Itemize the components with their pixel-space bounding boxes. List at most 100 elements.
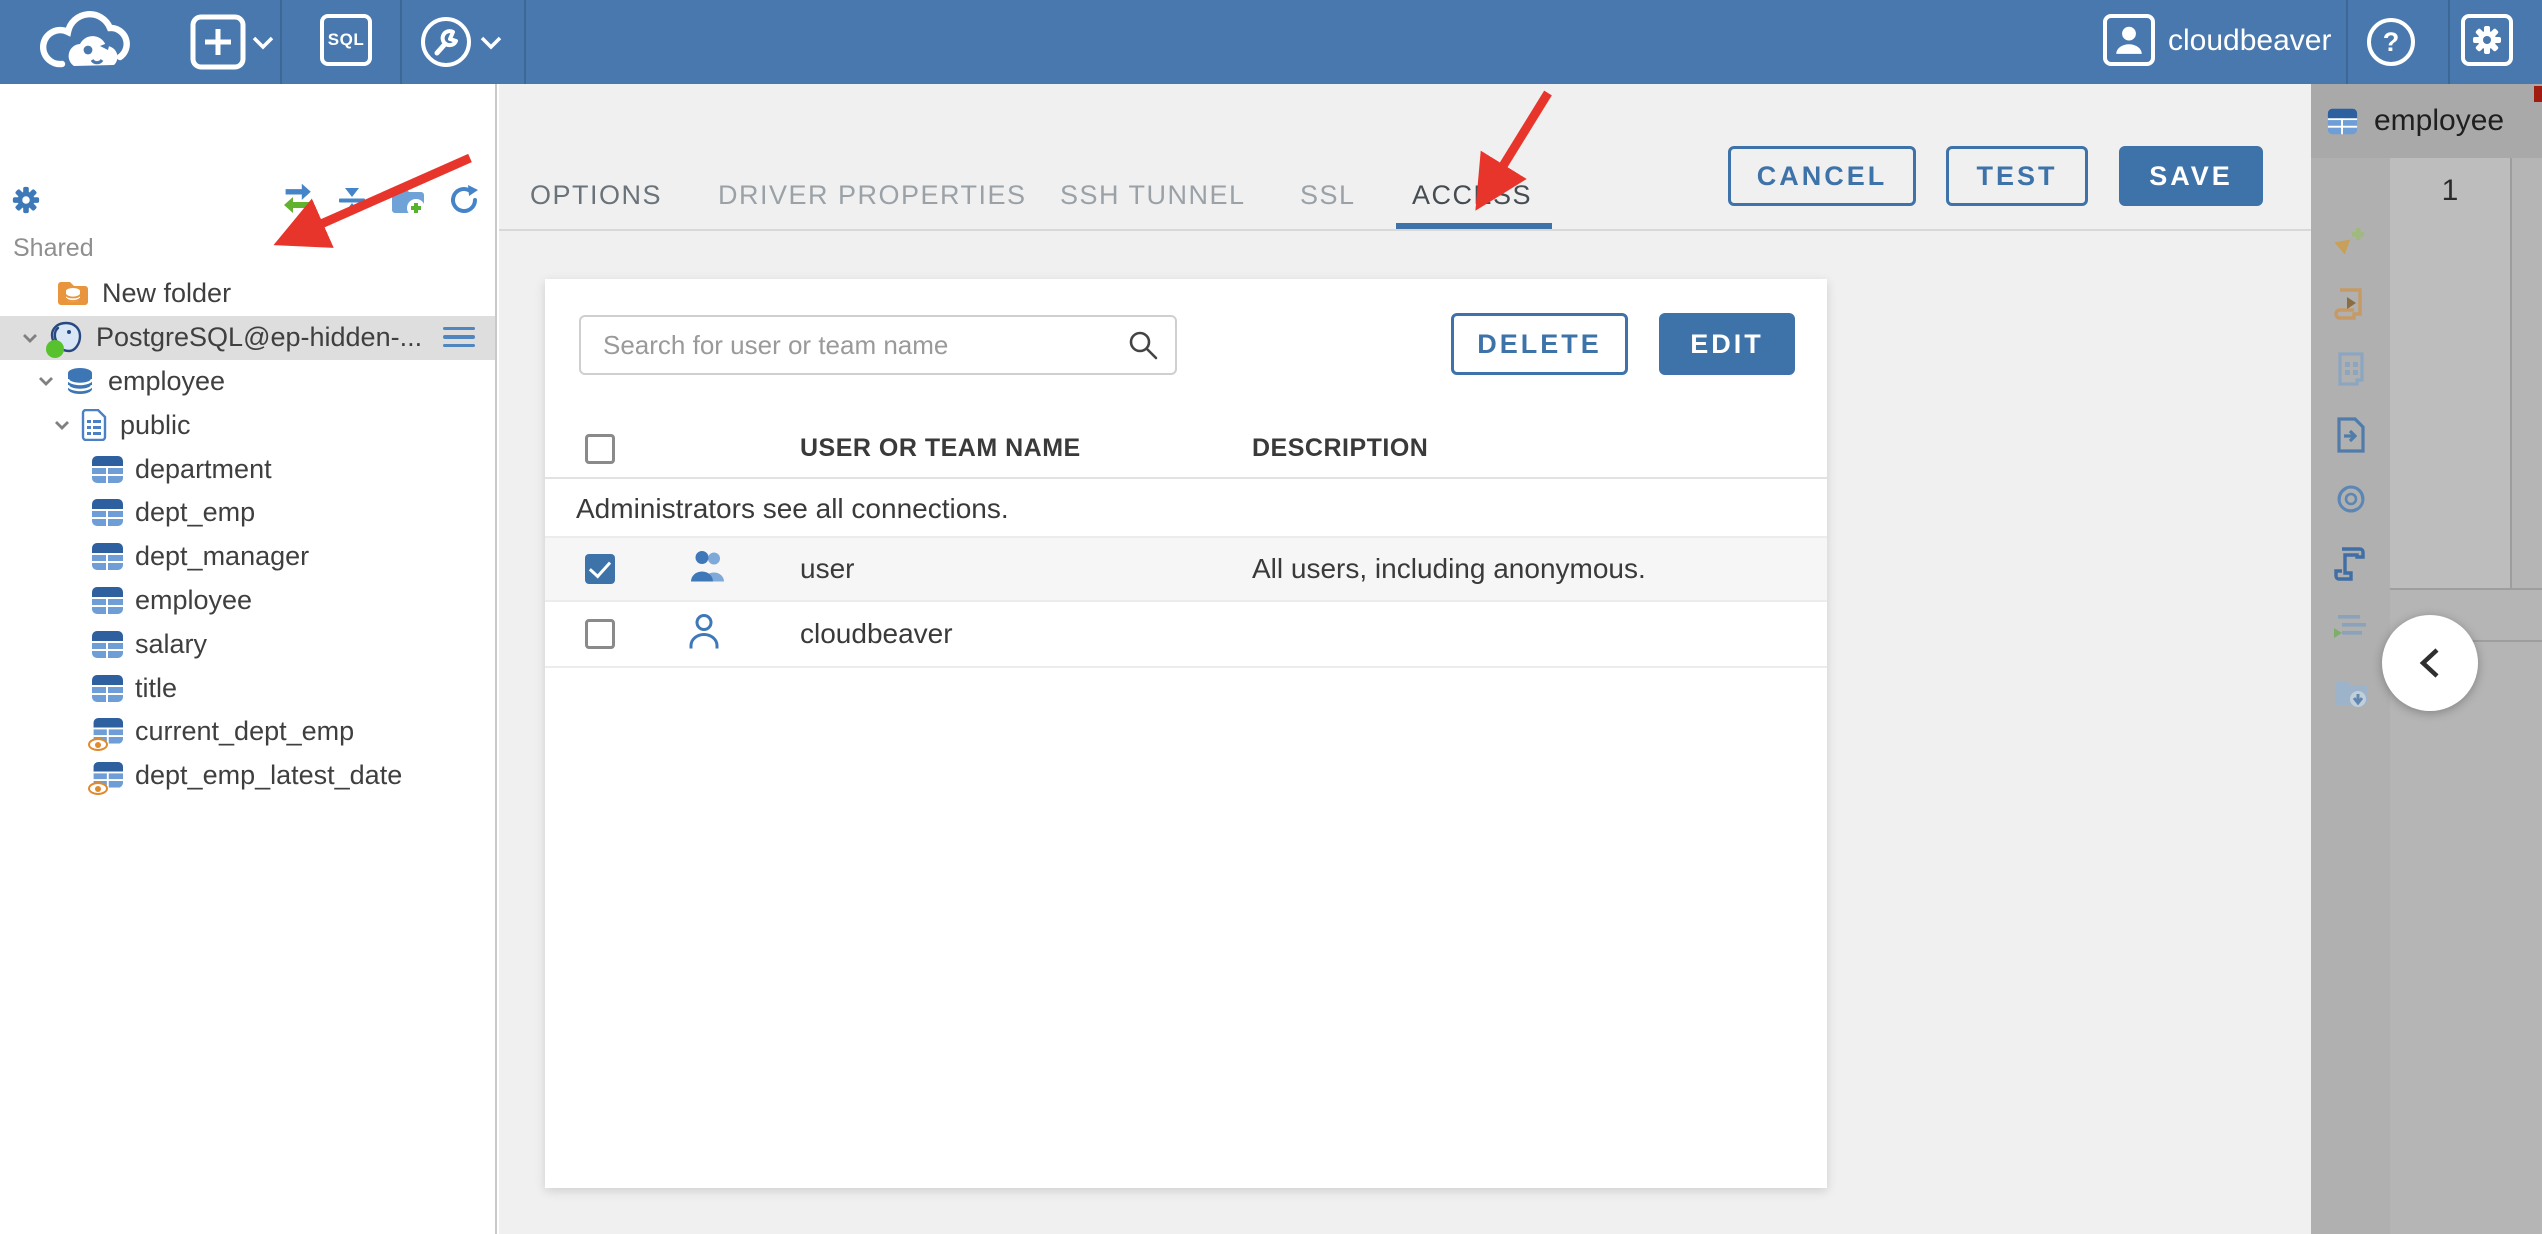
tree-item-label: current_dept_emp bbox=[135, 716, 355, 747]
admin-note-text: Administrators see all connections. bbox=[576, 492, 1009, 524]
test-button[interactable]: TEST bbox=[1946, 146, 2088, 206]
sql-editor-icon: SQL bbox=[327, 30, 365, 49]
chevron-down-icon[interactable] bbox=[18, 326, 42, 350]
column-header-description: DESCRIPTION bbox=[1252, 434, 1429, 462]
execution-plan-icon[interactable] bbox=[2332, 608, 2370, 646]
sql-editor-button[interactable]: SQL bbox=[320, 14, 372, 66]
table-icon bbox=[92, 455, 123, 483]
tab-access[interactable]: ACCESS bbox=[1412, 180, 1532, 211]
row-checkbox-unchecked[interactable] bbox=[585, 619, 615, 649]
collapse-all-button[interactable] bbox=[334, 182, 370, 218]
save-button[interactable]: SAVE bbox=[2119, 146, 2263, 206]
add-folder-button[interactable] bbox=[390, 182, 426, 218]
column-header-name: USER OR TEAM NAME bbox=[800, 434, 1081, 462]
access-table-header: USER OR TEAM NAME DESCRIPTION bbox=[545, 420, 1827, 479]
tree-item-label: title bbox=[135, 672, 178, 703]
settings-button[interactable] bbox=[2461, 14, 2513, 66]
chevron-down-icon[interactable] bbox=[480, 36, 502, 50]
navigator-settings-button[interactable] bbox=[8, 182, 44, 218]
user-menu-button[interactable] bbox=[2103, 14, 2155, 66]
view-icon bbox=[88, 762, 123, 796]
user-icon bbox=[687, 613, 721, 656]
select-all-checkbox[interactable] bbox=[585, 434, 615, 464]
link-editor-button[interactable] bbox=[280, 182, 316, 218]
add-folder-icon bbox=[392, 187, 425, 216]
tree-item-view-current-dept-emp[interactable]: current_dept_emp bbox=[0, 710, 495, 754]
table-icon bbox=[92, 586, 123, 614]
tab-ssh-tunnel[interactable]: SSH TUNNEL bbox=[1060, 180, 1246, 211]
row-name: cloudbeaver bbox=[800, 618, 953, 649]
table-icon bbox=[2327, 108, 2358, 134]
tab-modified-marker bbox=[2534, 86, 2542, 102]
database-tree: New folder PostgreSQL@ep-hidden-... empl… bbox=[0, 272, 495, 798]
result-tab-label: employee bbox=[2374, 104, 2505, 137]
export-data-icon[interactable] bbox=[2332, 416, 2370, 454]
tree-item-table-department[interactable]: department bbox=[0, 447, 495, 491]
chevron-down-icon[interactable] bbox=[50, 413, 74, 437]
schema-icon bbox=[81, 409, 107, 442]
search-input[interactable] bbox=[579, 315, 1177, 375]
sql-script-icon[interactable] bbox=[2332, 545, 2370, 583]
tree-item-table-dept-emp[interactable]: dept_emp bbox=[0, 491, 495, 535]
tree-item-table-employee[interactable]: employee bbox=[0, 579, 495, 623]
help-button[interactable]: ? bbox=[2367, 18, 2415, 66]
table-icon bbox=[92, 674, 123, 702]
team-icon bbox=[687, 550, 731, 589]
table-icon bbox=[92, 499, 123, 527]
result-toolbar bbox=[2311, 158, 2390, 1234]
folder-database-icon bbox=[58, 282, 88, 306]
toolbar-divider bbox=[400, 0, 402, 84]
tree-item-label: employee bbox=[135, 584, 253, 615]
edit-button[interactable]: EDIT bbox=[1659, 313, 1795, 375]
postgresql-icon bbox=[46, 320, 84, 358]
tree-item-new-folder[interactable]: New folder bbox=[0, 272, 495, 316]
chevron-down-icon[interactable] bbox=[34, 369, 58, 393]
tab-ssl[interactable]: SSL bbox=[1300, 180, 1356, 211]
row-number: 1 bbox=[2441, 174, 2459, 207]
expand-panel-button[interactable] bbox=[2382, 615, 2478, 711]
tree-item-table-salary[interactable]: salary bbox=[0, 622, 495, 666]
navigator-sidebar: Shared New folder PostgreSQL@ep-hidden-.… bbox=[0, 84, 497, 1234]
toolbar-divider bbox=[280, 0, 282, 84]
settings-gear-icon bbox=[2473, 26, 2501, 54]
result-viewer-panel: employee 1 bbox=[2311, 84, 2542, 1234]
chevron-down-icon[interactable] bbox=[252, 36, 274, 50]
refresh-button[interactable] bbox=[446, 182, 482, 218]
search-icon[interactable] bbox=[1127, 329, 1159, 361]
tree-item-label: salary bbox=[135, 628, 208, 659]
admin-note-row: Administrators see all connections. bbox=[545, 481, 1827, 538]
table-row-user[interactable]: user All users, including anonymous. bbox=[545, 538, 1827, 602]
driver-manager-button[interactable] bbox=[418, 14, 474, 70]
table-row-cloudbeaver[interactable]: cloudbeaver bbox=[545, 602, 1827, 668]
tab-driver-properties[interactable]: DRIVER PROPERTIES bbox=[718, 180, 1027, 211]
result-tab-employee[interactable]: employee bbox=[2311, 84, 2542, 158]
cancel-button[interactable]: CANCEL bbox=[1728, 146, 1916, 206]
chevron-left-icon bbox=[2419, 648, 2439, 678]
tree-item-table-title[interactable]: title bbox=[0, 666, 495, 710]
run-script-icon[interactable] bbox=[2332, 284, 2370, 322]
refresh-icon bbox=[451, 185, 478, 213]
tab-options[interactable]: OPTIONS bbox=[530, 180, 662, 211]
connection-status-dot bbox=[46, 339, 64, 358]
connection-menu-icon[interactable] bbox=[443, 326, 475, 349]
tree-item-view-dept-emp-latest-date[interactable]: dept_emp_latest_date bbox=[0, 754, 495, 798]
ai-assistant-icon[interactable] bbox=[2332, 480, 2370, 518]
tree-item-postgresql-connection[interactable]: PostgreSQL@ep-hidden-... bbox=[0, 315, 495, 360]
grid-view-icon[interactable] bbox=[2332, 350, 2370, 388]
tree-item-database-employee[interactable]: employee bbox=[0, 360, 495, 404]
row-number-column: 1 bbox=[2390, 158, 2512, 588]
delete-button[interactable]: DELETE bbox=[1451, 313, 1628, 375]
tree-section-label: Shared bbox=[13, 234, 94, 262]
settings-gear-icon bbox=[12, 186, 40, 214]
tree-item-table-dept-manager[interactable]: dept_manager bbox=[0, 535, 495, 579]
new-connection-button[interactable] bbox=[190, 14, 246, 70]
row-checkbox-checked[interactable] bbox=[585, 554, 615, 584]
add-row-icon[interactable] bbox=[2332, 222, 2370, 260]
link-editor-icon bbox=[284, 184, 311, 213]
help-icon: ? bbox=[2367, 18, 2415, 66]
tabbar-divider bbox=[499, 229, 2311, 231]
tree-item-label: New folder bbox=[102, 278, 232, 309]
connection-dialog-area: OPTIONS DRIVER PROPERTIES SSH TUNNEL SSL… bbox=[499, 84, 2311, 1234]
tree-item-schema-public[interactable]: public bbox=[0, 403, 495, 447]
import-folder-icon[interactable] bbox=[2332, 675, 2370, 713]
